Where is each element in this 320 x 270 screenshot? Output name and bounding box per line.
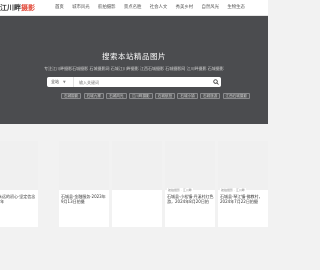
tag-item[interactable]: 江西石城摄影 bbox=[222, 93, 251, 99]
search-scope-select[interactable]: 全站 ▼ bbox=[47, 77, 74, 87]
photo-thumbnail[interactable] bbox=[218, 141, 268, 190]
photo-thumbnail[interactable] bbox=[59, 141, 109, 190]
photo-thumbnail[interactable] bbox=[112, 141, 162, 190]
tag-item[interactable]: 江川畔摄影 bbox=[128, 93, 153, 99]
top-nav-bar: 江川畔摄影 首页 城市风光 航拍摄影 景点名胜 社会人文 秀美乡村 自然风光 生… bbox=[0, 0, 268, 16]
nav-item-scenic[interactable]: 景点名胜 bbox=[124, 0, 142, 16]
search-icon bbox=[212, 79, 219, 85]
tag-item[interactable]: 石城风光 bbox=[106, 93, 127, 99]
photo-card-title[interactable]: 石城县·金融服务·2023年9月13日拍摄 bbox=[61, 194, 108, 204]
photo-card[interactable]: 石城县·金融服务·2023年9月13日拍摄 bbox=[59, 141, 109, 227]
photo-category[interactable]: 航拍摄影 · 江川畔 bbox=[167, 188, 193, 192]
photo-card-title[interactable]: 石城县·琴江镇·佛教村，2024年7月22日拍摄 bbox=[220, 194, 267, 204]
photo-thumbnail[interactable] bbox=[0, 141, 38, 190]
nav-item-village[interactable]: 秀美乡村 bbox=[176, 0, 194, 16]
search-bar: 全站 ▼ bbox=[47, 77, 221, 87]
nav-item-nature[interactable]: 自然风光 bbox=[201, 0, 219, 16]
hero-banner: 搜索本站精品图片 专注江川畔摄影石城摄影 石城摄影网 石城江川畔摄影 江西石城摄… bbox=[0, 16, 268, 124]
main-nav: 首页 城市风光 航拍摄影 景点名胜 社会人文 秀美乡村 自然风光 生物生态 bbox=[55, 0, 253, 16]
chevron-down-icon: ▼ bbox=[63, 80, 66, 84]
photo-thumbnail[interactable] bbox=[165, 141, 215, 190]
photo-card[interactable]: 航拍摄影 · 江川畔 石城县·琴江镇·佛教村，2024年7月22日拍摄 bbox=[218, 141, 268, 227]
search-button[interactable] bbox=[210, 77, 221, 87]
hero-title: 搜索本站精品图片 bbox=[102, 52, 166, 61]
tag-item[interactable]: 石城摄影 bbox=[61, 93, 82, 99]
tag-item[interactable]: 石城旅游 bbox=[199, 93, 221, 99]
nav-item-city[interactable]: 城市风光 bbox=[72, 0, 90, 16]
hot-tags: 石城摄影 石城九寨 石城风光 江川畔摄影 石城航拍 石城小镇 石城旅游 江西石城… bbox=[61, 93, 252, 99]
logo-text: 江川畔摄影 bbox=[0, 4, 35, 12]
search-input[interactable] bbox=[74, 77, 210, 87]
photo-card[interactable] bbox=[112, 141, 162, 227]
nav-item-ecology[interactable]: 生物生态 bbox=[227, 0, 245, 16]
photo-grid: 本，永远的初心·坚定信念2024年 石城县·金融服务·2023年9月13日拍摄 … bbox=[0, 135, 268, 270]
photo-card-title[interactable]: 本，永远的初心·坚定信念2024年 bbox=[0, 194, 37, 204]
photo-card[interactable]: 本，永远的初心·坚定信念2024年 bbox=[0, 141, 38, 227]
tag-item[interactable]: 石城九寨 bbox=[83, 93, 104, 99]
nav-item-humanity[interactable]: 社会人文 bbox=[150, 0, 168, 16]
tag-item[interactable]: 石城小镇 bbox=[177, 93, 198, 99]
hero-subtitle: 专注江川畔摄影石城摄影 石城摄影网 石城江川畔摄影 江西石城摄影 石城摄影网 江… bbox=[44, 66, 224, 71]
photo-category[interactable]: 航拍摄影 · 江川畔 bbox=[220, 188, 246, 192]
tag-item[interactable]: 石城航拍 bbox=[154, 93, 176, 99]
search-scope-value: 全站 bbox=[51, 79, 59, 84]
photo-card-title[interactable]: 石城县·小松镇·丹溪村红色游，2024年8月20日拍 bbox=[167, 194, 214, 204]
nav-item-aerial[interactable]: 航拍摄影 bbox=[98, 0, 116, 16]
photo-card[interactable]: 航拍摄影 · 江川畔 石城县·小松镇·丹溪村红色游，2024年8月20日拍 bbox=[165, 141, 215, 227]
nav-item-home[interactable]: 首页 bbox=[55, 0, 64, 16]
site-logo[interactable]: 江川畔摄影 bbox=[0, 1, 46, 15]
